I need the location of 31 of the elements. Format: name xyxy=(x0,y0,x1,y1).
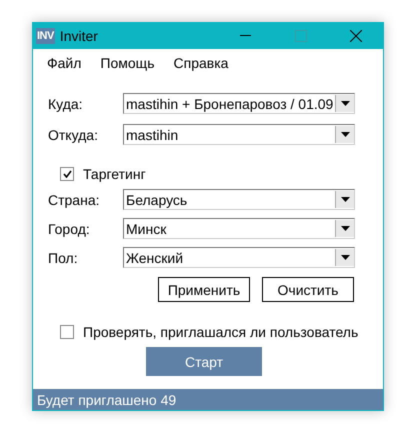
action-button[interactable]: Очистить xyxy=(262,277,354,302)
dropdown[interactable]: Беларусь xyxy=(123,189,355,210)
field-label: Город: xyxy=(47,220,91,236)
field-label: Страна: xyxy=(47,192,101,208)
field-label: Куда: xyxy=(47,96,84,112)
close-icon xyxy=(350,30,362,42)
dropdown[interactable]: Женский xyxy=(123,247,355,268)
menu-item[interactable]: Справка xyxy=(174,55,228,77)
checkbox-label: Проверять, приглашался ли пользователь xyxy=(83,324,358,340)
field-label: Откуда: xyxy=(47,126,99,142)
app-logo: INV xyxy=(36,28,55,44)
field-label: Пол: xyxy=(47,250,79,266)
checkbox[interactable] xyxy=(60,167,74,181)
menu-item[interactable]: Файл xyxy=(47,55,82,77)
checkbox-label: Таргетинг xyxy=(83,166,146,182)
start-button[interactable]: Старт xyxy=(146,347,262,376)
dropdown[interactable]: mastihin xyxy=(123,124,355,145)
dropdown-arrow-icon xyxy=(340,132,350,137)
dropdown-arrow-icon xyxy=(340,101,350,106)
dropdown-arrow-icon xyxy=(340,226,350,231)
status-bar: Будет приглашено 49 xyxy=(33,389,383,410)
minimize-icon xyxy=(240,35,251,37)
action-button[interactable]: Применить xyxy=(158,277,250,302)
dropdown-arrow-icon xyxy=(340,197,350,202)
dropdown-arrow-icon xyxy=(340,255,350,260)
dropdown[interactable]: Минск xyxy=(123,218,355,239)
menu-item[interactable]: Помощь xyxy=(100,55,154,77)
dropdown[interactable]: mastihin + Бронепаровоз / 01.09 xyxy=(123,93,355,114)
maximize-icon xyxy=(294,30,306,42)
window-title: Inviter xyxy=(60,28,99,44)
checkbox[interactable] xyxy=(60,325,74,339)
